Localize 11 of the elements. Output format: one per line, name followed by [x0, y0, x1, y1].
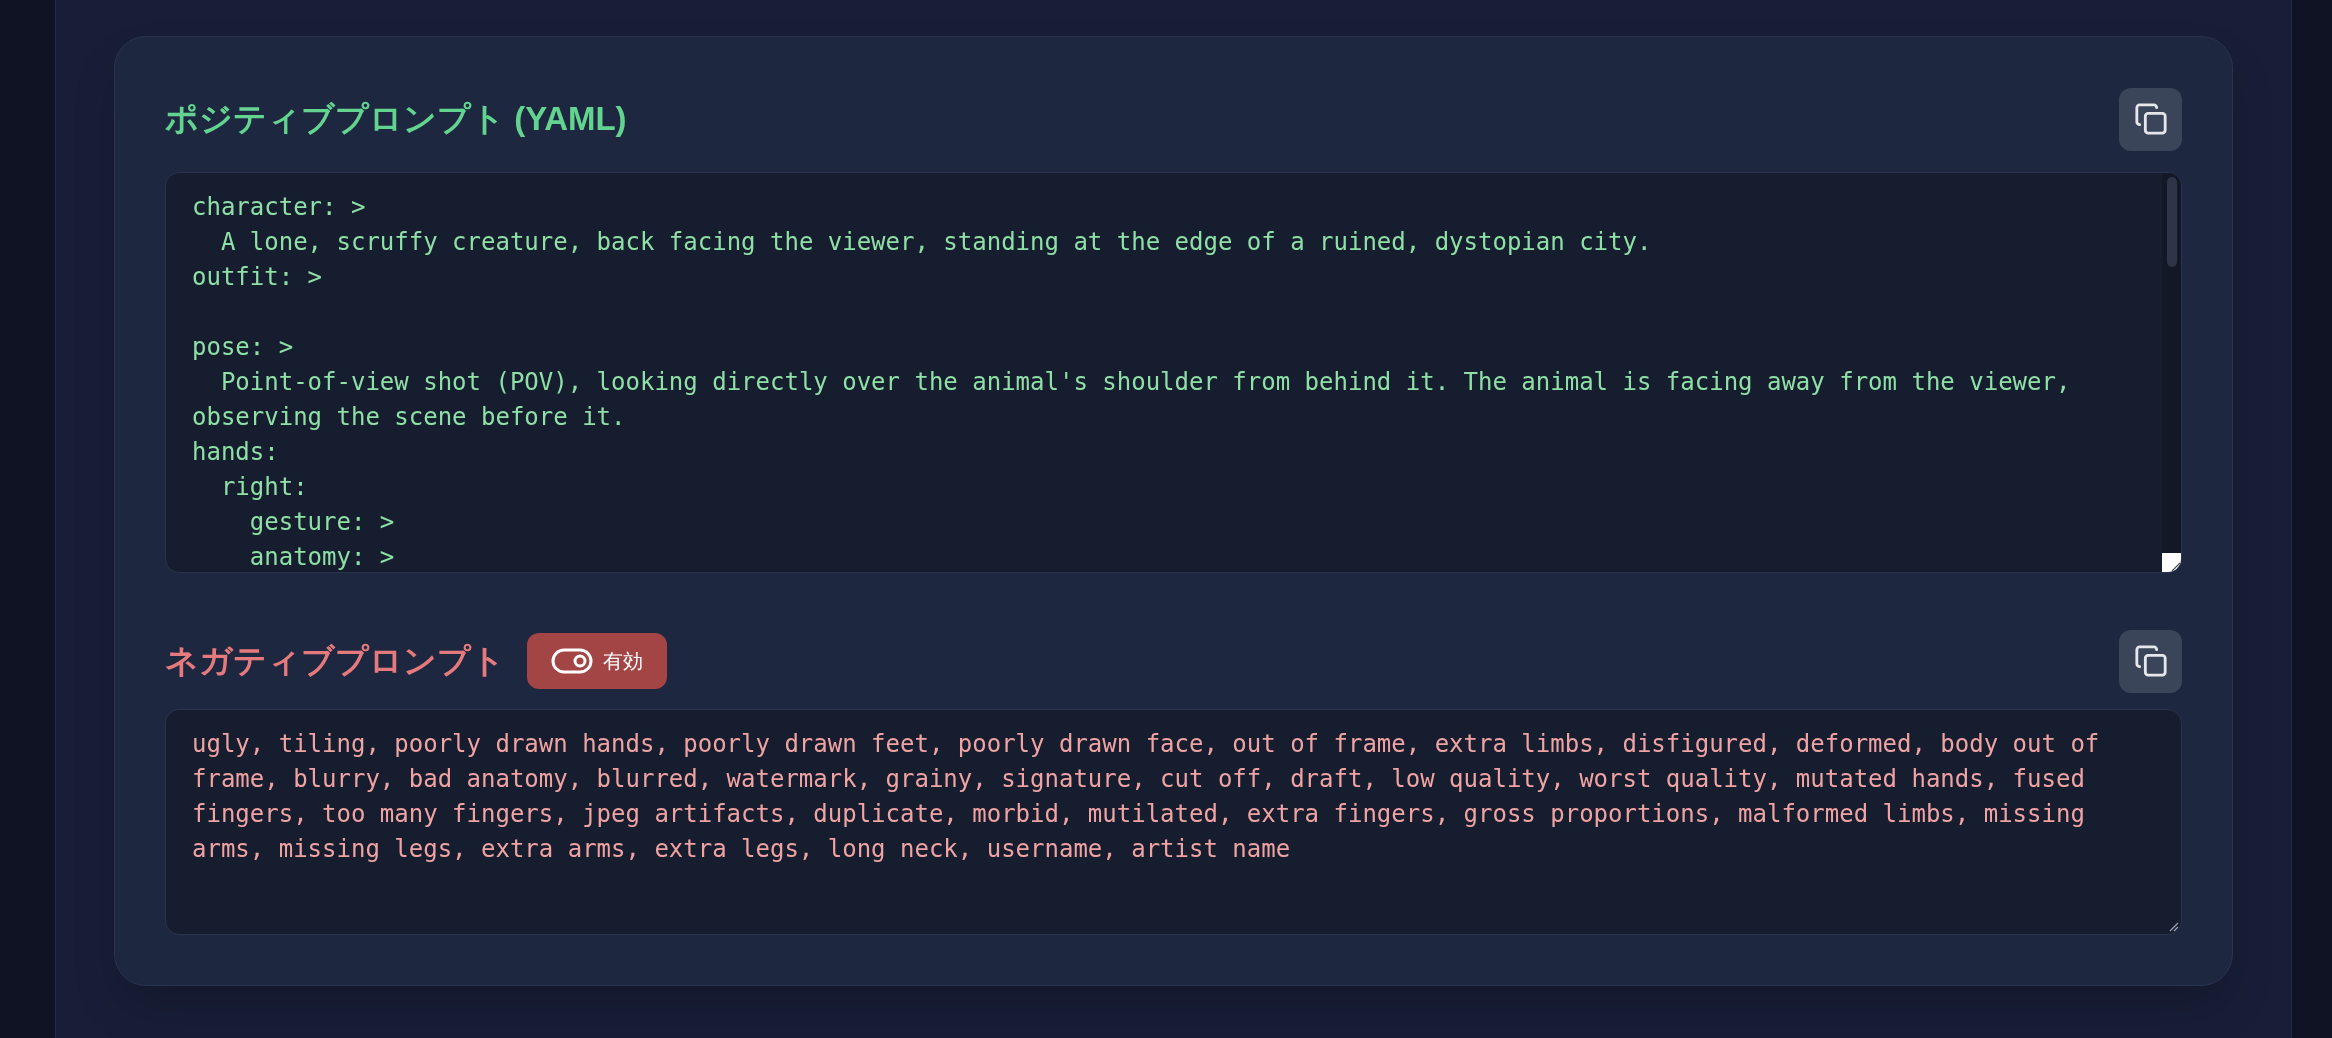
- copy-icon: [2133, 102, 2168, 136]
- toggle-on-icon: [551, 648, 593, 674]
- resize-handle-icon[interactable]: [2167, 920, 2179, 932]
- scrollbar[interactable]: [2162, 173, 2181, 553]
- copy-button[interactable]: [2119, 87, 2182, 151]
- copy-icon: [2133, 644, 2168, 678]
- section-title: ポジティブプロンプト (YAML): [165, 99, 627, 140]
- section-title: ネガティブプロンプト: [165, 641, 505, 682]
- toggle-button[interactable]: 有効: [527, 633, 667, 689]
- copy-button[interactable]: [2119, 629, 2182, 693]
- resize-handle-icon[interactable]: [2162, 553, 2181, 572]
